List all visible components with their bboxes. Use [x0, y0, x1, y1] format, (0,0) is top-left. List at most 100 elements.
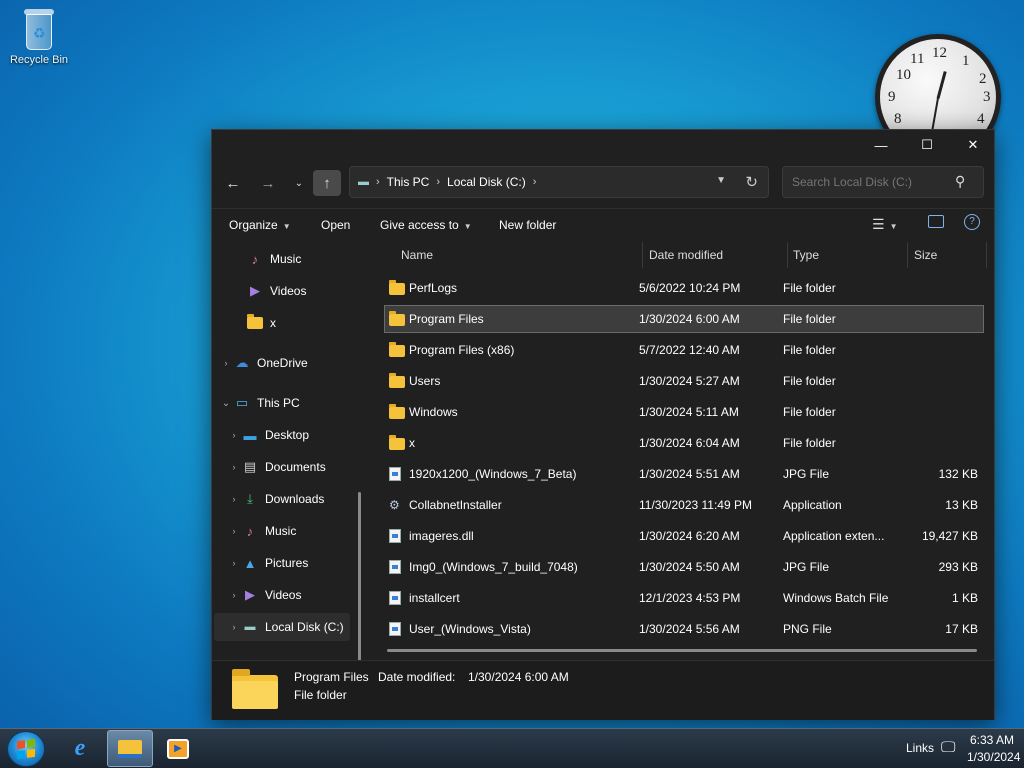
file-row[interactable]: imageres.dll 1/30/2024 6:20 AM Application… [385, 523, 983, 549]
maximize-button[interactable]: ☐ [904, 130, 950, 160]
file-date: 5/6/2022 10:24 PM [639, 281, 741, 295]
chevron-right-icon[interactable]: › [227, 462, 241, 472]
taskbar-file-explorer[interactable] [107, 730, 153, 767]
file-row[interactable]: Program Files 1/30/2024 6:00 AM File folde… [384, 305, 984, 333]
recent-locations-button[interactable]: ⌄ [285, 170, 313, 196]
nav-item-documents[interactable]: › ▤ Documents [227, 453, 360, 481]
folder-icon [232, 669, 278, 709]
recycle-bin-desktop-icon[interactable]: ♻ Recycle Bin [8, 6, 70, 66]
tray-date[interactable]: 1/30/2024 [967, 750, 1020, 764]
cloud-icon: ☁ [235, 355, 249, 370]
nav-item-desktop[interactable]: › ▬ Desktop [227, 421, 360, 449]
close-button[interactable]: ✕ [950, 130, 996, 160]
help-button[interactable]: ? [964, 214, 980, 230]
nav-item-onedrive[interactable]: › ☁ OneDrive [219, 349, 360, 377]
column-header-name[interactable]: Name [401, 248, 433, 262]
file-type: JPG File [783, 467, 830, 481]
new-folder-button[interactable]: New folder [499, 218, 556, 232]
nav-item-videos-pc[interactable]: › ▶ Videos [227, 581, 360, 609]
address-history-dropdown[interactable]: ▼ [716, 175, 726, 186]
breadcrumb-this-pc[interactable]: This PC [387, 175, 430, 189]
nav-item-videos[interactable]: ▶ Videos [232, 277, 360, 305]
file-icon [389, 622, 401, 636]
breadcrumb-local-disk[interactable]: Local Disk (C:) [447, 175, 526, 189]
chevron-right-icon[interactable]: › [219, 358, 233, 368]
give-access-button[interactable]: Give access to ▼ [380, 218, 472, 232]
view-options-button[interactable]: ☰ ▼ [872, 216, 897, 233]
file-row[interactable]: installcert 12/1/2023 4:53 PM Windows Batc… [385, 585, 983, 611]
minimize-button[interactable]: — [858, 130, 904, 160]
chevron-right-icon[interactable]: › [227, 526, 241, 536]
drive-icon: ▬ [244, 621, 256, 633]
column-header-type[interactable]: Type [793, 248, 819, 262]
title-bar[interactable]: — ☐ ✕ [212, 130, 994, 160]
nav-item-this-pc[interactable]: ⌄ ▭ This PC [219, 389, 360, 417]
media-player-icon: ▶ [167, 738, 189, 759]
nav-item-downloads[interactable]: › ⤓ Downloads [227, 485, 360, 513]
column-header-date[interactable]: Date modified [649, 248, 723, 262]
column-header-size[interactable]: Size [914, 248, 937, 262]
up-button[interactable]: ↑ [313, 170, 341, 196]
list-view-icon: ☰ [872, 216, 885, 232]
folder-icon [247, 314, 263, 329]
chevron-right-icon[interactable]: › [227, 430, 241, 440]
chevron-down-icon: ▼ [463, 222, 472, 231]
nav-pane-scrollbar[interactable] [358, 492, 361, 660]
taskbar-media-player[interactable]: ▶ [155, 730, 201, 767]
file-row[interactable]: x 1/30/2024 6:04 AM File folder [385, 430, 983, 456]
folder-icon [389, 373, 405, 388]
nav-item-local-disk[interactable]: › ▬ Local Disk (C:) [214, 613, 350, 641]
file-icon [389, 529, 401, 543]
download-icon: ⤓ [247, 491, 253, 506]
file-size: 19,427 KB [921, 529, 978, 543]
file-row[interactable]: ⚙ CollabnetInstaller 11/30/2023 11:49 PM Ap… [385, 492, 983, 518]
chevron-down-icon[interactable]: ⌄ [219, 398, 233, 409]
chevron-right-icon[interactable]: › [227, 558, 241, 568]
clock-hour-hand [936, 71, 947, 99]
file-size: 17 KB [945, 622, 978, 636]
file-date: 11/30/2023 11:49 PM [639, 498, 752, 512]
file-name: CollabnetInstaller [409, 498, 502, 512]
organize-button[interactable]: Organize ▼ [229, 218, 291, 232]
chevron-right-icon[interactable]: › [227, 590, 241, 600]
internet-explorer-icon: e [74, 735, 86, 761]
nav-item-x[interactable]: x [232, 309, 360, 337]
file-name: Windows [409, 405, 458, 419]
back-button[interactable]: ← [219, 170, 247, 196]
clock-numeral: 2 [979, 71, 987, 87]
drive-icon: ▬ [358, 176, 369, 188]
arrow-left-icon: ← [225, 174, 241, 192]
video-icon: ▶ [250, 283, 260, 298]
forward-button[interactable]: → [254, 170, 282, 196]
file-row[interactable]: User_(Windows_Vista) 1/30/2024 5:56 AM PNG… [385, 616, 983, 642]
nav-item-music-pc[interactable]: › ♪ Music [227, 517, 360, 545]
file-date: 1/30/2024 6:20 AM [639, 529, 740, 543]
file-row[interactable]: Users 1/30/2024 5:27 AM File folder [385, 368, 983, 394]
file-row[interactable]: Program Files (x86) 5/7/2022 12:40 AM File… [385, 337, 983, 363]
tray-time[interactable]: 6:33 AM [970, 733, 1014, 747]
refresh-icon[interactable]: ↻ [745, 173, 758, 191]
file-row[interactable]: PerfLogs 5/6/2022 10:24 PM File folder [385, 275, 983, 301]
open-button[interactable]: Open [321, 218, 350, 232]
nav-item-pictures[interactable]: › ▲ Pictures [227, 549, 360, 577]
chevron-right-icon[interactable]: › [227, 494, 241, 504]
windows-logo-icon [17, 738, 35, 760]
music-icon: ♪ [246, 523, 254, 539]
file-name: 1920x1200_(Windows_7_Beta) [409, 467, 577, 481]
clock-numeral: 9 [888, 89, 896, 105]
address-bar[interactable]: ▬ › This PC › Local Disk (C:) › ▼ ↻ [349, 166, 769, 198]
taskbar-internet-explorer[interactable]: e [57, 730, 103, 767]
search-input[interactable] [782, 166, 984, 198]
links-toolbar[interactable]: Links [906, 741, 934, 755]
search-icon[interactable]: ⚲ [955, 173, 965, 190]
start-button[interactable] [7, 731, 45, 767]
file-row[interactable]: 1920x1200_(Windows_7_Beta) 1/30/2024 5:51… [385, 461, 983, 487]
chevron-right-icon[interactable]: › [227, 622, 241, 632]
network-icon[interactable]: 🖵 [941, 739, 955, 756]
nav-item-music[interactable]: ♪ Music [232, 245, 360, 273]
file-row[interactable]: Img0_(Windows_7_build_7048) 1/30/2024 5:5… [385, 554, 983, 580]
file-list: ^ Name Date modified Type Size PerfLogs 5… [375, 242, 995, 660]
file-row[interactable]: Windows 1/30/2024 5:11 AM File folder [385, 399, 983, 425]
horizontal-scrollbar[interactable] [387, 649, 977, 652]
preview-pane-button[interactable] [928, 215, 944, 228]
